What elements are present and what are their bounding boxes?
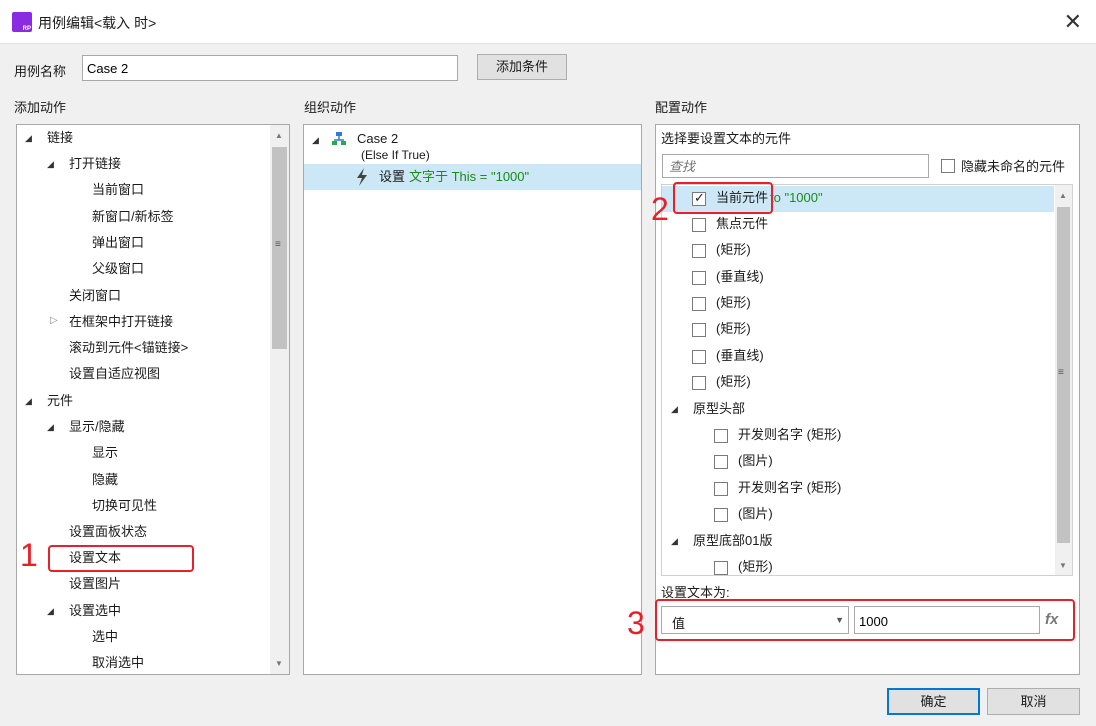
annotation-box-set-text [48,545,194,572]
select-widget-header: 选择要设置文本的元件 [661,131,792,146]
configure-actions-header: 配置动作 [655,100,708,115]
widget-label: 开发则名字 (矩形) [738,427,842,442]
annotation-box-current-widget [673,182,773,214]
widget-checkbox[interactable] [692,218,706,232]
widget-checkbox[interactable] [692,271,706,285]
widget-checkbox[interactable] [692,350,706,364]
add-condition-button[interactable]: 添加条件 [477,54,567,80]
scroll-up-arrow-icon[interactable]: ▲ [1059,191,1067,200]
expand-triangle-icon[interactable]: ◢ [312,135,319,146]
scroll-down-arrow-icon[interactable]: ▼ [1059,561,1067,570]
annotation-number-1: 1 [20,537,38,573]
tree-item-open-in-frame[interactable]: 在框架中打开链接 [69,312,173,332]
widget-label: (图片) [738,506,773,521]
tree-item-popup-window[interactable]: 弹出窗口 [92,233,144,253]
axure-app-icon [12,12,32,32]
add-actions-panel: ◢ 链接 ◢ 打开链接 当前窗口 新窗口/新标签 弹出窗口 父级窗口 关闭窗口 … [16,124,290,675]
tree-item-close-window[interactable]: 关闭窗口 [69,286,121,306]
widget-list: 当前元件 to "1000" 焦点元件 (矩形) (垂直线) (矩形) (矩形)… [661,184,1073,576]
widget-label: (矩形) [738,559,773,574]
expand-triangle-icon[interactable]: ◢ [671,536,678,547]
widget-checkbox[interactable] [692,244,706,258]
tree-item-parent-window[interactable]: 父级窗口 [92,259,144,279]
action-detail: 文字于 This = "1000" [409,169,530,184]
tree-item-show-hide[interactable]: 显示/隐藏 [69,417,125,437]
widget-checkbox[interactable] [692,297,706,311]
lightning-icon [357,168,367,186]
annotation-box-set-value [655,599,1075,641]
case-condition: (Else If True) [361,148,430,162]
scroll-up-arrow-icon[interactable]: ▲ [275,131,283,140]
tree-item-set-selected[interactable]: 设置选中 [69,601,121,621]
cancel-button[interactable]: 取消 [987,688,1080,715]
tree-item-link[interactable]: 链接 [47,128,73,148]
tree-item-open-link[interactable]: 打开链接 [69,154,121,174]
widget-group-header[interactable]: 原型底部01版 [693,531,772,551]
widget-suffix: to "1000" [770,190,823,205]
widget-checkbox[interactable] [714,455,728,469]
add-actions-scrollbar[interactable]: ▲ ≡ ▼ [270,125,289,674]
tree-item-scroll-to-widget[interactable]: 滚动到元件<锚链接> [69,338,188,358]
widget-checkbox[interactable] [714,429,728,443]
case-name-label: 用例名称 [14,64,67,79]
scroll-grip-icon: ≡ [275,239,281,250]
expand-triangle-icon[interactable]: ◢ [25,133,32,144]
widget-label: 开发则名字 (矩形) [738,480,842,495]
tree-item-set-panel-state[interactable]: 设置面板状态 [69,522,147,542]
tree-item-show[interactable]: 显示 [92,443,118,463]
scroll-down-arrow-icon[interactable]: ▼ [275,659,283,668]
organize-actions-header: 组织动作 [304,100,357,115]
widget-label: (垂直线) [716,269,764,284]
widget-checkbox[interactable] [692,323,706,337]
expand-triangle-icon[interactable]: ◢ [25,396,32,407]
action-verb: 设置 [379,169,406,184]
collapsed-triangle-icon[interactable]: ▷ [50,315,58,326]
annotation-number-2: 2 [651,191,669,227]
widget-label: (垂直线) [716,348,764,363]
scroll-grip-icon: ≡ [1058,367,1064,378]
expand-triangle-icon[interactable]: ◢ [47,606,54,617]
add-actions-header: 添加动作 [14,100,67,115]
widget-label: 焦点元件 [716,216,769,231]
tree-item-hide[interactable]: 隐藏 [92,470,118,490]
expand-triangle-icon[interactable]: ◢ [47,422,54,433]
hide-unnamed-checkbox[interactable] [941,159,955,173]
widget-list-scrollbar[interactable]: ▲ ≡ ▼ [1055,185,1072,575]
search-input[interactable] [662,154,929,178]
case-name-input[interactable] [82,55,458,81]
ok-button[interactable]: 确定 [887,688,980,715]
widget-label: (矩形) [716,295,751,310]
tree-item-current-window[interactable]: 当前窗口 [92,180,144,200]
tree-item-new-window[interactable]: 新窗口/新标签 [92,207,174,227]
widget-group-header[interactable]: 原型头部 [693,399,745,419]
tree-item-set-adaptive-view[interactable]: 设置自适应视图 [69,364,160,384]
widget-label: (图片) [738,453,773,468]
widget-checkbox[interactable] [692,376,706,390]
tree-item-toggle-visibility[interactable]: 切换可见性 [92,496,157,516]
title-bar: 用例编辑<载入 时> ✕ [0,0,1096,44]
hide-unnamed-label: 隐藏未命名的元件 [961,159,1066,174]
tree-item-select[interactable]: 选中 [92,627,118,647]
widget-checkbox[interactable] [714,482,728,496]
tree-item-widgets[interactable]: 元件 [47,391,73,411]
close-icon[interactable]: ✕ [1064,8,1082,36]
widget-label: (矩形) [716,242,751,257]
organize-actions-panel: ◢ Case 2 (Else If True) 设置 文字于 This = "1… [303,124,642,675]
expand-triangle-icon[interactable]: ◢ [671,404,678,415]
widget-checkbox[interactable] [714,561,728,575]
annotation-number-3: 3 [627,605,645,641]
widget-checkbox[interactable] [714,508,728,522]
widget-label: (矩形) [716,374,751,389]
tree-item-set-image[interactable]: 设置图片 [69,574,121,594]
window-title: 用例编辑<载入 时> [38,15,157,31]
widget-label: (矩形) [716,321,751,336]
case-icon [332,132,346,145]
tree-item-deselect[interactable]: 取消选中 [92,653,144,673]
expand-triangle-icon[interactable]: ◢ [47,159,54,170]
